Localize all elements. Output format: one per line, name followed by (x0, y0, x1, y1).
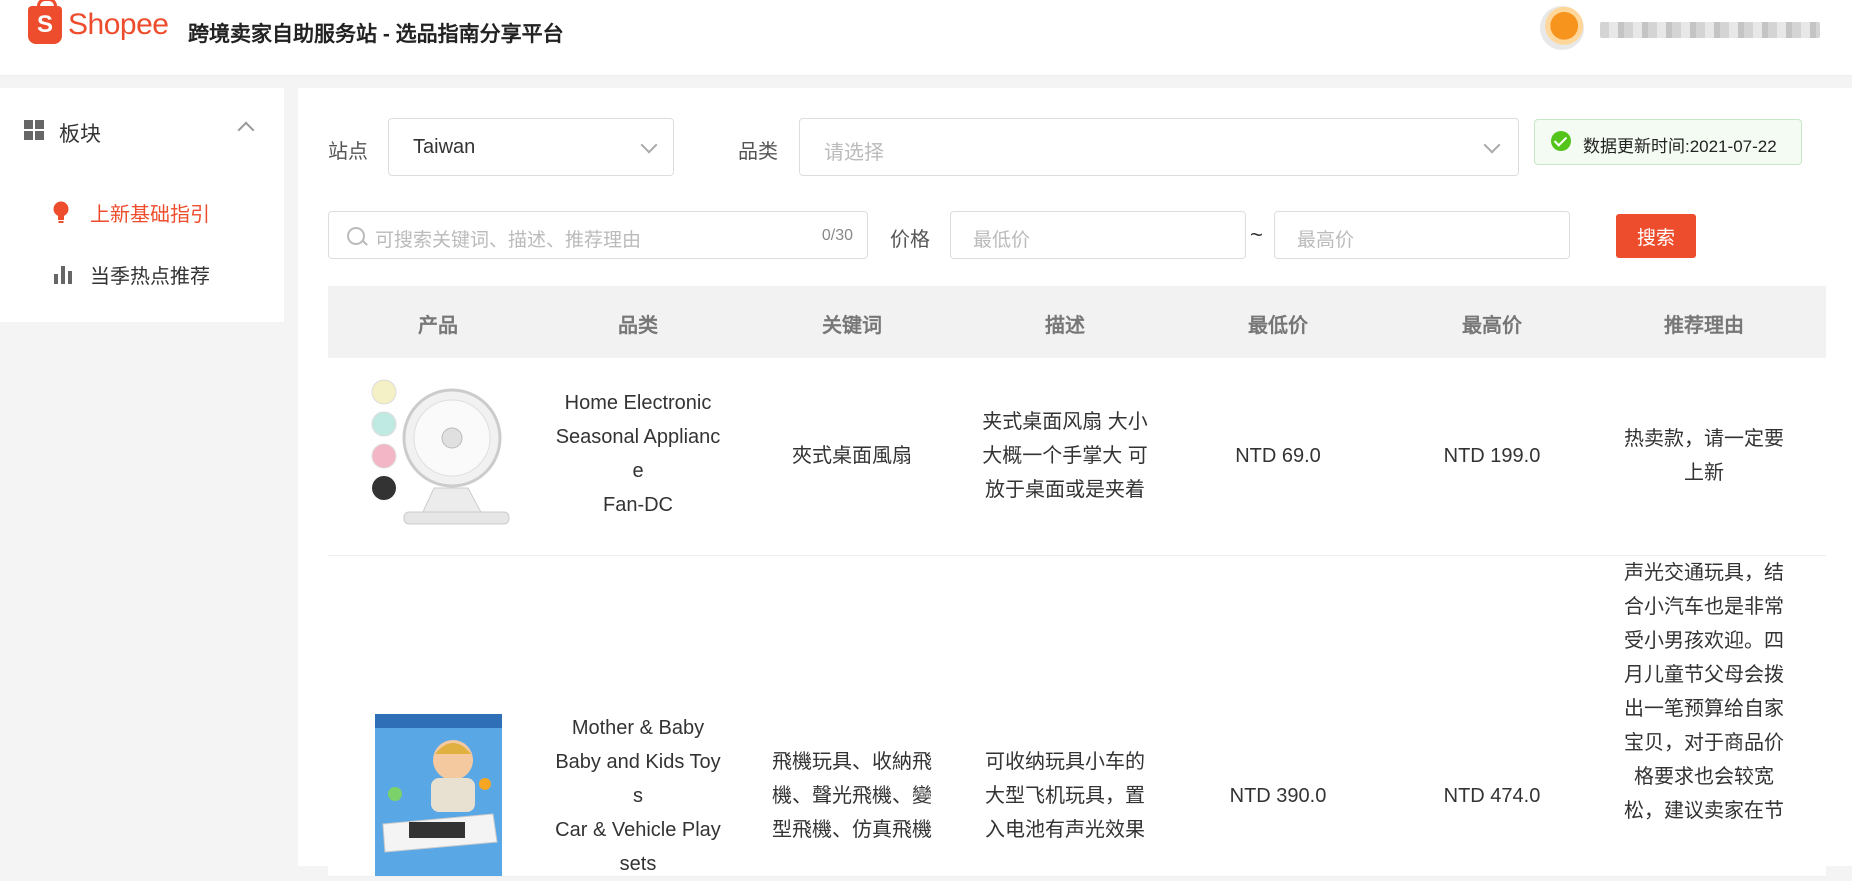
product-image-toy-plane[interactable] (375, 714, 502, 876)
min-price-input[interactable]: 最低价 (950, 211, 1246, 259)
sidebar-item-new-listing-guide[interactable]: 上新基础指引 (0, 190, 284, 234)
bar-chart-icon (54, 266, 72, 284)
update-time-text: 数据更新时间:2021-07-22 (1583, 137, 1777, 156)
reason-line: 格要求也会较宽 (1634, 766, 1774, 788)
reason-line: 声光交通玩具，结 (1624, 562, 1784, 584)
chevron-up-icon (237, 121, 255, 139)
reason-line: 上新 (1684, 462, 1724, 484)
cell-description: 可收纳玩具小车的 大型飞机玩具，置 入电池有声光效果 (955, 745, 1175, 847)
cell-max-price: NTD 199.0 (1443, 445, 1541, 467)
min-price-placeholder: 最低价 (973, 230, 1031, 251)
cell-min-price: NTD 390.0 (1229, 785, 1327, 807)
avatar[interactable] (1540, 6, 1584, 50)
reason-line: 宝贝，对于商品价 (1624, 732, 1784, 754)
logo-letter: S (36, 11, 53, 38)
category-placeholder: 请选择 (824, 142, 884, 164)
category-label: 品类 (738, 141, 778, 163)
category-line: e (632, 460, 644, 482)
lightbulb-icon (53, 201, 69, 223)
keywords-line: 夾式桌面風扇 (792, 445, 912, 467)
description-line: 入电池有声光效果 (985, 819, 1145, 841)
category-line: Baby and Kids Toy (555, 751, 721, 773)
description-line: 夹式桌面风扇 大小 (982, 411, 1148, 433)
site-select-value: Taiwan (413, 136, 476, 158)
cell-description: 夹式桌面风扇 大小 大概一个手掌大 可 放于桌面或是夹着 (955, 405, 1175, 507)
category-line: Car & Vehicle Play (555, 819, 721, 841)
sidebar: 板块 上新基础指引 当季热点推荐 (0, 88, 284, 322)
category-select[interactable]: 请选择 (799, 118, 1519, 176)
sidebar-item-label: 上新基础指引 (90, 203, 210, 226)
reason-line: 出一笔预算给自家 (1624, 698, 1784, 720)
site-title: 跨境卖家自助服务站 - 选品指南分享平台 (188, 23, 564, 46)
col-header-min-price: 最低价 (1248, 315, 1308, 337)
main-panel: 站点 Taiwan 品类 请选择 数据更新时间:2021-07-22 可搜索关键… (298, 88, 1852, 877)
keywords-line: 機、聲光飛機、變 (772, 785, 932, 807)
col-header-description: 描述 (1045, 315, 1085, 337)
reason-line: 松，建议卖家在节 (1624, 800, 1784, 822)
max-price-input[interactable]: 最高价 (1274, 211, 1570, 259)
product-image-fan[interactable] (364, 376, 514, 526)
category-line: Seasonal Applianc (555, 426, 721, 448)
shopee-logo[interactable]: S Shopee (28, 0, 176, 48)
data-update-badge: 数据更新时间:2021-07-22 (1534, 119, 1802, 165)
table-row[interactable]: Home Electronic Seasonal Applianc e Fan-… (328, 358, 1826, 556)
table-header: 产品 品类 关键词 描述 最低价 最高价 推荐理由 (328, 286, 1826, 358)
keywords-line: 型飛機、仿真飛機 (772, 819, 932, 841)
description-line: 大概一个手掌大 可 (982, 445, 1148, 467)
search-button[interactable]: 搜索 (1616, 214, 1696, 258)
price-label: 价格 (890, 229, 930, 251)
cell-keywords: 夾式桌面風扇 (742, 439, 962, 473)
search-input[interactable]: 可搜索关键词、描述、推荐理由 0/30 (328, 211, 868, 259)
chevron-down-icon (1483, 136, 1501, 154)
cell-keywords: 飛機玩具、收納飛 機、聲光飛機、變 型飛機、仿真飛機 (742, 745, 962, 847)
description-line: 大型飞机玩具，置 (985, 785, 1145, 807)
price-range-tilde: ~ (1250, 222, 1263, 247)
logo-text: Shopee (68, 8, 169, 41)
shopping-bag-icon: S (28, 0, 62, 44)
cell-reason: 热卖款，请一定要 上新 (1594, 422, 1814, 490)
table-row[interactable]: Mother & Baby Baby and Kids Toy s Car & … (328, 556, 1826, 877)
col-header-max-price: 最高价 (1462, 315, 1522, 337)
sidebar-section-label: 板块 (59, 123, 101, 146)
col-header-keywords: 关键词 (822, 315, 882, 337)
reason-line: 月儿童节父母会拨 (1624, 664, 1784, 686)
category-line: Home Electronic (564, 392, 712, 414)
max-price-placeholder: 最高价 (1297, 230, 1355, 251)
grid-icon (24, 120, 44, 140)
sidebar-item-seasonal-hot[interactable]: 当季热点推荐 (0, 252, 284, 296)
description-line: 可收纳玩具小车的 (985, 751, 1145, 773)
site-label: 站点 (328, 141, 368, 163)
site-select[interactable]: Taiwan (388, 118, 674, 176)
category-line: Mother & Baby (571, 717, 705, 739)
category-line: sets (619, 853, 657, 875)
reason-line: 热卖款，请一定要 (1624, 428, 1784, 450)
sidebar-section-header[interactable]: 板块 (0, 108, 284, 152)
search-icon (347, 227, 365, 245)
cell-category: Home Electronic Seasonal Applianc e Fan-… (528, 386, 748, 522)
category-line: Fan-DC (602, 494, 673, 516)
reason-line: 合小汽车也是非常 (1624, 596, 1784, 618)
cell-max-price: NTD 474.0 (1443, 785, 1541, 807)
check-circle-icon (1551, 131, 1571, 151)
top-header: S Shopee 跨境卖家自助服务站 - 选品指南分享平台 (0, 0, 1852, 76)
char-counter: 0/30 (821, 227, 853, 244)
col-header-reason: 推荐理由 (1664, 315, 1744, 337)
chevron-down-icon (640, 136, 658, 154)
cell-reason: 声光交通玩具，结 合小汽车也是非常 受小男孩欢迎。四 月儿童节父母会拨 出一笔预… (1594, 556, 1814, 828)
col-header-product: 产品 (418, 315, 458, 337)
description-line: 放于桌面或是夹着 (985, 479, 1145, 501)
keywords-line: 飛機玩具、收納飛 (772, 751, 932, 773)
cell-category: Mother & Baby Baby and Kids Toy s Car & … (528, 711, 748, 881)
reason-line: 受小男孩欢迎。四 (1624, 630, 1784, 652)
username-blurred (1600, 22, 1820, 38)
col-header-category: 品类 (618, 315, 658, 337)
cell-min-price: NTD 69.0 (1235, 445, 1321, 467)
sidebar-item-label: 当季热点推荐 (90, 265, 210, 288)
category-line: s (633, 785, 643, 807)
search-placeholder: 可搜索关键词、描述、推荐理由 (375, 230, 642, 251)
